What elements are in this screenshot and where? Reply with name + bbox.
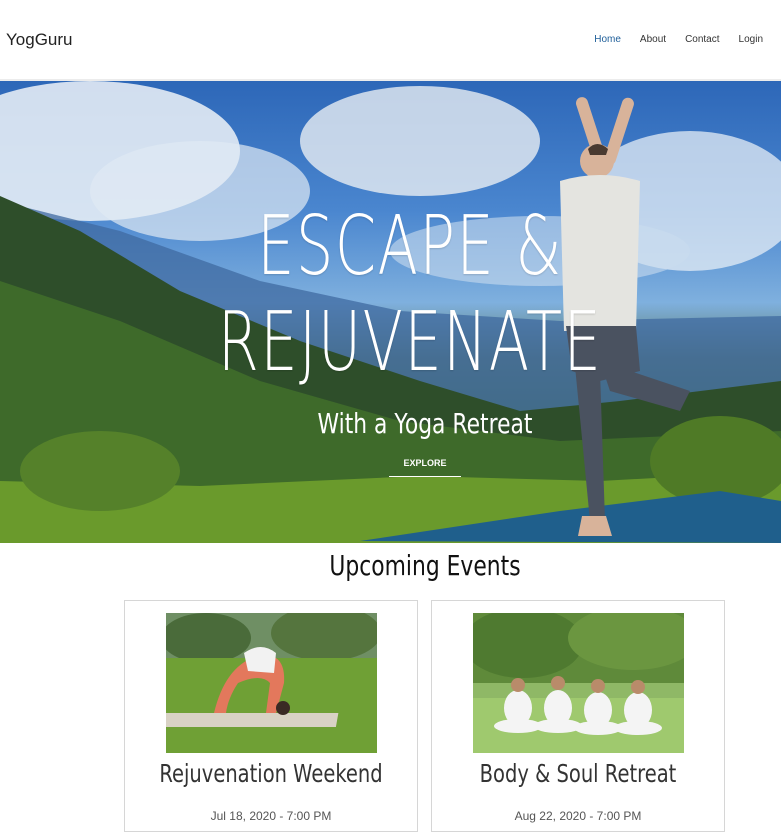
event-image <box>473 613 684 753</box>
nav-contact[interactable]: Contact <box>685 34 719 45</box>
brand-logo[interactable]: YogGuru <box>6 30 72 50</box>
hero-title-line-2: REJUVENATE <box>217 295 603 390</box>
event-title: Body & Soul Retreat <box>479 759 677 788</box>
hero-title: ESCAPE & REJUVENATE <box>216 199 605 391</box>
site-header: YogGuru Home About Contact Login <box>0 0 781 81</box>
event-title: Rejuvenation Weekend <box>159 759 383 788</box>
nav-about[interactable]: About <box>640 34 666 45</box>
main-nav: Home About Contact Login <box>594 34 763 45</box>
nav-home[interactable]: Home <box>594 34 621 45</box>
event-card[interactable]: Rejuvenation Weekend Jul 18, 2020 - 7:00… <box>124 600 418 832</box>
event-image <box>166 613 377 753</box>
event-card[interactable]: Body & Soul Retreat Aug 22, 2020 - 7:00 … <box>431 600 725 832</box>
events-heading: Upcoming Events <box>329 549 521 582</box>
explore-button[interactable]: EXPLORE <box>389 456 461 477</box>
hero-subtitle: With a Yoga Retreat <box>317 407 533 440</box>
event-date: Aug 22, 2020 - 7:00 PM <box>514 809 642 823</box>
nav-login[interactable]: Login <box>739 34 763 45</box>
hero-title-line-1: ESCAPE & <box>257 199 563 294</box>
hero-banner: ESCAPE & REJUVENATE With a Yoga Retreat … <box>0 81 781 543</box>
event-date: Jul 18, 2020 - 7:00 PM <box>210 809 332 823</box>
